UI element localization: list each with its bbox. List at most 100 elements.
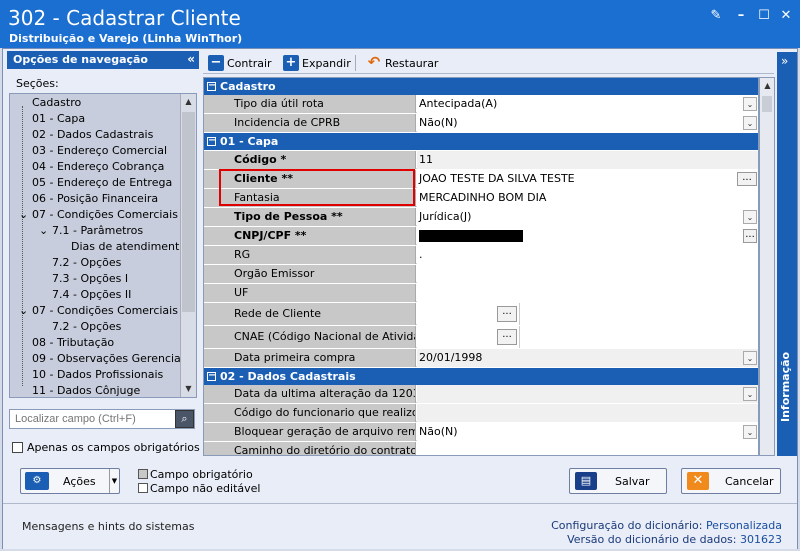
row-value[interactable]: [417, 442, 758, 455]
tree-item[interactable]: 06 - Posição Financeira: [32, 192, 158, 205]
expand-icon[interactable]: ⌄: [19, 304, 28, 317]
tree-item[interactable]: 11 - Dados Cônjuge: [32, 384, 140, 397]
grid-row[interactable]: Bloquear geração de arquivo remessa Não(…: [204, 423, 758, 441]
required-only-checkbox[interactable]: [12, 442, 23, 453]
collapse-category-icon[interactable]: −: [207, 136, 216, 146]
tree-item[interactable]: 02 - Dados Cadastrais: [32, 128, 153, 141]
actions-button[interactable]: ⚙ Ações ▼: [20, 468, 120, 494]
info-panel[interactable]: » Informação: [777, 52, 797, 456]
row-value[interactable]: [417, 284, 758, 302]
collapse-button[interactable]: − Contrair: [208, 55, 272, 71]
collapse-category-icon[interactable]: −: [207, 371, 216, 381]
search-icon[interactable]: ⌕: [175, 410, 194, 428]
grid-row[interactable]: CNPJ/CPF ** ...: [204, 227, 758, 245]
save-button[interactable]: ▤ Salvar: [569, 468, 667, 494]
grid-row[interactable]: Data da ultima alteração da 1203 ⌄: [204, 385, 758, 403]
expand-icon[interactable]: ⌄: [39, 224, 48, 237]
tree-item[interactable]: 09 - Observações Gerenciais: [32, 352, 190, 365]
tree-item[interactable]: 07 - Condições Comerciais: [32, 208, 178, 221]
scroll-down-icon[interactable]: ▼: [181, 381, 196, 397]
dropdown-icon[interactable]: ⌄: [743, 425, 757, 439]
maximize-icon[interactable]: ☐: [757, 9, 771, 23]
tree-scrollbar[interactable]: ▲ ▼: [180, 94, 196, 397]
grid-row[interactable]: Rede de Cliente ...: [204, 303, 758, 325]
undo-icon: ↶: [367, 53, 381, 71]
search-field-input[interactable]: [9, 409, 195, 429]
lookup-button[interactable]: ...: [743, 229, 757, 243]
tree-item[interactable]: 7.2 - Opções: [52, 256, 121, 269]
grid-row[interactable]: Tipo dia útil rota Antecipada(A) ⌄: [204, 95, 758, 113]
row-value[interactable]: Não(N) ⌄: [417, 423, 758, 441]
tree-item[interactable]: 7.2 - Opções: [52, 320, 121, 333]
dropdown-icon[interactable]: ⌄: [743, 210, 757, 224]
row-value[interactable]: [417, 265, 758, 283]
dropdown-icon[interactable]: ⌄: [743, 351, 757, 365]
row-value[interactable]: ⌄: [417, 385, 758, 403]
dropdown-icon[interactable]: ⌄: [743, 116, 757, 130]
tree-item[interactable]: 7.3 - Opções I: [52, 272, 128, 285]
grid-row[interactable]: Código * 11: [204, 151, 758, 169]
scroll-up-icon[interactable]: ▲: [760, 78, 775, 94]
category-capa[interactable]: − 01 - Capa: [204, 133, 758, 150]
row-value[interactable]: ...: [417, 326, 758, 348]
dropdown-icon[interactable]: ⌄: [743, 387, 757, 401]
grid-row[interactable]: Código do funcionario que realizou a ú: [204, 404, 758, 422]
row-value[interactable]: Não(N) ⌄: [417, 114, 758, 132]
grid-row[interactable]: Orgão Emissor: [204, 265, 758, 283]
actions-label: Ações: [63, 474, 96, 488]
tree-item[interactable]: Dias de atendimento: [71, 240, 186, 253]
tree-item[interactable]: 10 - Dados Profissionais: [32, 368, 163, 381]
tree-item[interactable]: 7.1 - Parâmetros: [52, 224, 143, 237]
minimize-icon[interactable]: –: [734, 9, 748, 23]
grid-row[interactable]: UF: [204, 284, 758, 302]
grid-row[interactable]: Tipo de Pessoa ** Jurídica(J) ⌄: [204, 208, 758, 226]
row-value[interactable]: 20/01/1998 ⌄: [417, 349, 758, 367]
tree-item[interactable]: Cadastro: [32, 96, 81, 109]
close-icon[interactable]: ✕: [779, 9, 793, 23]
expand-icon[interactable]: ⌄: [19, 208, 28, 221]
row-value[interactable]: ...: [417, 303, 758, 325]
lookup-button[interactable]: ...: [737, 172, 757, 186]
scroll-thumb[interactable]: [762, 96, 772, 112]
grid-row[interactable]: Incidencia de CPRB Não(N) ⌄: [204, 114, 758, 132]
collapse-category-icon[interactable]: −: [207, 81, 216, 91]
tree-item[interactable]: 01 - Capa: [32, 112, 85, 125]
tree-item[interactable]: 05 - Endereço de Entrega: [32, 176, 172, 189]
row-value[interactable]: MERCADINHO BOM DIA: [417, 189, 758, 207]
cancel-button[interactable]: ✕ Cancelar: [681, 468, 781, 494]
tree-item[interactable]: 08 - Tributação: [32, 336, 114, 349]
row-value[interactable]: ...: [417, 227, 758, 245]
scroll-thumb[interactable]: [182, 112, 195, 312]
row-label: CNAE (Código Nacional de Atividade E: [204, 326, 416, 348]
expand-panel-icon[interactable]: »: [781, 54, 788, 68]
window-subtitle: Distribuição e Varejo (Linha WinThor): [9, 32, 243, 45]
tree-item[interactable]: 07 - Condições Comerciais: [32, 304, 178, 317]
dropdown-icon[interactable]: ⌄: [743, 97, 757, 111]
grid-row[interactable]: CNAE (Código Nacional de Atividade E ...: [204, 326, 758, 348]
row-value[interactable]: JOAO TESTE DA SILVA TESTE...: [417, 170, 758, 188]
info-panel-label: Informação: [779, 351, 792, 422]
grid-scrollbar[interactable]: ▲: [759, 77, 775, 456]
grid-row[interactable]: RG .: [204, 246, 758, 264]
grid-row[interactable]: Caminho do diretório do contrato: [204, 442, 758, 455]
restore-button[interactable]: ↶ Restaurar: [366, 53, 439, 71]
scroll-up-icon[interactable]: ▲: [181, 94, 196, 110]
collapse-panel-icon[interactable]: «: [187, 52, 195, 66]
row-value[interactable]: Jurídica(J) ⌄: [417, 208, 758, 226]
tree-item[interactable]: 7.4 - Opções II: [52, 288, 131, 301]
expand-button[interactable]: + Expandir: [283, 55, 351, 71]
category-dados-cadastrais[interactable]: − 02 - Dados Cadastrais: [204, 368, 758, 385]
row-value[interactable]: .: [417, 246, 758, 264]
required-only-label: Apenas os campos obrigatórios: [27, 441, 200, 454]
grid-row[interactable]: Data primeira compra 20/01/1998 ⌄: [204, 349, 758, 367]
actions-dropdown-icon[interactable]: ▼: [109, 469, 119, 493]
category-cadastro[interactable]: − Cadastro: [204, 78, 758, 95]
lookup-button[interactable]: ...: [497, 306, 517, 322]
toolbar-divider: [355, 55, 356, 71]
tree-item[interactable]: 04 - Endereço Cobrança: [32, 160, 164, 173]
row-value[interactable]: Antecipada(A) ⌄: [417, 95, 758, 113]
edit-icon[interactable]: ✎: [709, 9, 723, 23]
version-value: 301623: [740, 533, 782, 546]
lookup-button[interactable]: ...: [497, 329, 517, 345]
tree-item[interactable]: 03 - Endereço Comercial: [32, 144, 167, 157]
